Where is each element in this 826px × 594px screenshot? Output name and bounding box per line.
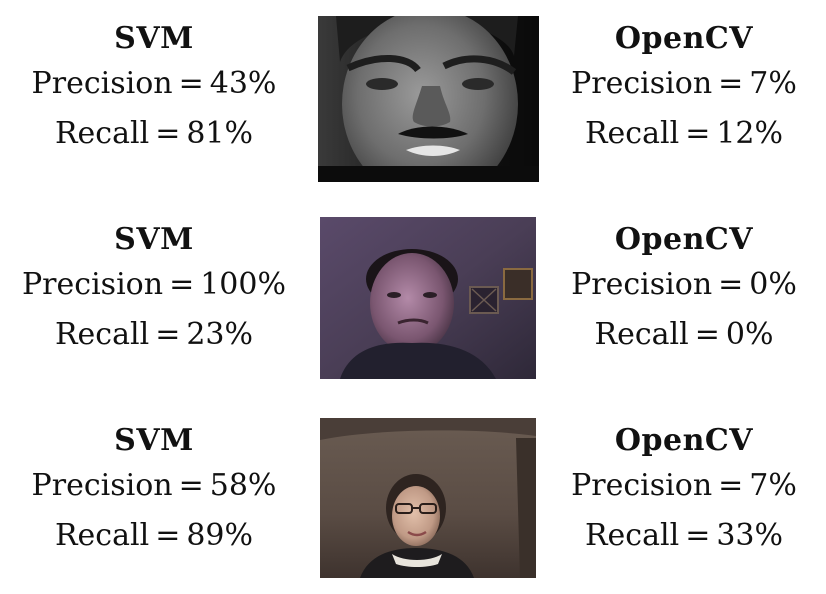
test-image-webcam-woman	[320, 418, 536, 578]
equals-sign: =	[155, 518, 181, 553]
recall-label: Recall	[54, 518, 150, 553]
recall-label: Recall	[584, 116, 680, 151]
comparison-row-3: SVM Precision = 58% Recall = 89% OpenCV …	[0, 416, 826, 586]
precision-line: Precision = 0%	[534, 265, 826, 315]
recall-label: Recall	[584, 518, 680, 553]
recall-label: Recall	[54, 317, 150, 352]
recall-line: Recall = 89%	[4, 516, 304, 566]
comparison-row-2: SVM Precision = 100% Recall = 23% OpenCV…	[0, 215, 826, 385]
svm-stats: SVM Precision = 100% Recall = 23%	[4, 223, 304, 365]
equals-sign: =	[685, 518, 711, 553]
precision-label: Precision	[31, 66, 173, 101]
precision-line: Precision = 58%	[4, 466, 304, 516]
precision-value: 43%	[209, 66, 277, 101]
equals-sign: =	[155, 317, 181, 352]
equals-sign: =	[178, 468, 204, 503]
method-title: OpenCV	[614, 423, 754, 458]
opencv-stats: OpenCV Precision = 0% Recall = 0%	[534, 223, 826, 365]
equals-sign: =	[718, 66, 744, 101]
precision-line: Precision = 7%	[534, 64, 826, 114]
recall-line: Recall = 81%	[4, 114, 304, 164]
recall-line: Recall = 23%	[4, 315, 304, 365]
recall-label: Recall	[54, 116, 150, 151]
recall-value: 33%	[716, 518, 784, 553]
equals-sign: =	[694, 317, 720, 352]
precision-value: 7%	[749, 66, 797, 101]
precision-line: Precision = 100%	[4, 265, 304, 315]
test-image-grayscale-man	[318, 16, 539, 182]
comparison-row-1: SVM Precision = 43% Recall = 81% OpenCV …	[0, 14, 826, 184]
method-title: SVM	[114, 222, 194, 257]
equals-sign: =	[169, 267, 195, 302]
equals-sign: =	[155, 116, 181, 151]
precision-line: Precision = 43%	[4, 64, 304, 114]
precision-line: Precision = 7%	[534, 466, 826, 516]
precision-label: Precision	[22, 267, 164, 302]
precision-label: Precision	[571, 267, 713, 302]
precision-value: 100%	[200, 267, 286, 302]
method-title: OpenCV	[614, 222, 754, 257]
method-title: OpenCV	[614, 21, 754, 56]
recall-line: Recall = 0%	[534, 315, 826, 365]
method-title: SVM	[114, 21, 194, 56]
recall-value: 81%	[186, 116, 254, 151]
recall-value: 0%	[725, 317, 774, 352]
precision-value: 0%	[749, 267, 797, 302]
svm-stats: SVM Precision = 43% Recall = 81%	[4, 22, 304, 164]
recall-value: 89%	[186, 518, 254, 553]
equals-sign: =	[718, 267, 744, 302]
recall-value: 12%	[716, 116, 784, 151]
equals-sign: =	[178, 66, 204, 101]
precision-label: Precision	[31, 468, 173, 503]
recall-label: Recall	[594, 317, 689, 352]
precision-label: Precision	[571, 66, 713, 101]
test-image-webcam-man	[320, 217, 536, 379]
equals-sign: =	[685, 116, 711, 151]
precision-value: 7%	[749, 468, 797, 503]
recall-line: Recall = 33%	[534, 516, 826, 566]
method-title: SVM	[114, 423, 194, 458]
precision-label: Precision	[571, 468, 713, 503]
recall-line: Recall = 12%	[534, 114, 826, 164]
precision-value: 58%	[209, 468, 277, 503]
recall-value: 23%	[186, 317, 254, 352]
equals-sign: =	[718, 468, 744, 503]
opencv-stats: OpenCV Precision = 7% Recall = 12%	[534, 22, 826, 164]
svm-stats: SVM Precision = 58% Recall = 89%	[4, 424, 304, 566]
opencv-stats: OpenCV Precision = 7% Recall = 33%	[534, 424, 826, 566]
